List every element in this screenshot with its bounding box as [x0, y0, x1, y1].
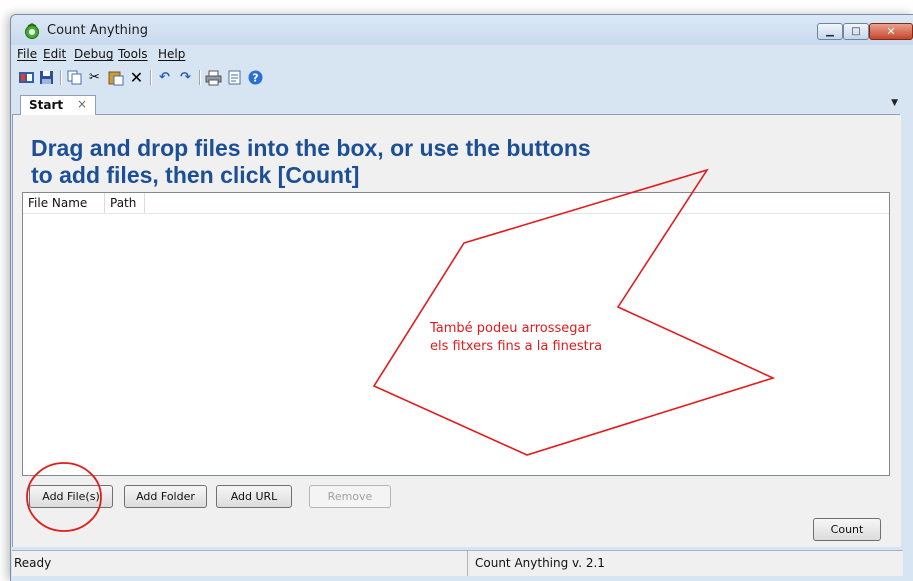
close-window-button[interactable]: ✕ — [869, 23, 913, 40]
toolbar-separator — [60, 70, 62, 85]
column-header-path[interactable]: Path — [105, 193, 145, 213]
list-header-row — [23, 193, 889, 214]
menu-file[interactable]: File — [17, 47, 37, 61]
print-icon[interactable] — [205, 69, 222, 86]
help-icon[interactable]: ? — [247, 69, 264, 86]
undo-icon[interactable]: ↶ — [156, 69, 173, 86]
toolbar-separator — [150, 70, 152, 85]
instructions-line-2: to add files, then click [Count] — [31, 162, 360, 188]
redo-icon[interactable]: ↷ — [177, 69, 194, 86]
tab-list-dropdown-icon[interactable]: ▼ — [891, 98, 898, 108]
window-title: Count Anything — [47, 23, 149, 38]
menu-debug[interactable]: Debug — [74, 47, 113, 61]
count-button[interactable]: Count — [813, 518, 881, 541]
annotation-text: També podeu arrossegar els fitxers fins … — [430, 320, 670, 356]
new-report-icon[interactable] — [18, 69, 35, 86]
annotation-line-1: També podeu arrossegar — [430, 321, 591, 336]
paste-icon[interactable] — [107, 69, 124, 86]
remove-button[interactable]: Remove — [309, 485, 391, 508]
instructions-heading: Drag and drop files into the box, or use… — [31, 135, 731, 189]
annotation-line-2: els fitxers fins a la finestra — [430, 339, 603, 354]
minimize-icon: ▁ — [826, 26, 834, 37]
minimize-button[interactable]: ▁ — [817, 23, 843, 40]
tab-start[interactable]: Start × — [20, 95, 96, 115]
maximize-icon: □ — [851, 26, 861, 37]
delete-icon[interactable]: ✕ — [128, 69, 145, 86]
toolbar: ✂ ✕ ↶ ↷ ? — [11, 65, 913, 91]
add-url-button[interactable]: Add URL — [216, 485, 292, 508]
tab-close-icon[interactable]: × — [77, 97, 87, 111]
add-folder-button[interactable]: Add Folder — [124, 485, 207, 508]
add-files-button[interactable]: Add File(s) — [29, 485, 113, 508]
menu-help[interactable]: Help — [158, 47, 185, 61]
properties-icon[interactable] — [226, 69, 243, 86]
instructions-line-1: Drag and drop files into the box, or use… — [31, 135, 591, 161]
status-text: Ready — [14, 556, 52, 570]
menu-tools[interactable]: Tools — [118, 47, 148, 61]
app-logo-icon — [25, 23, 39, 39]
svg-text:?: ? — [252, 72, 258, 85]
title-bar[interactable]: Count Anything ▁ □ ✕ — [11, 15, 913, 45]
save-icon[interactable] — [38, 69, 55, 86]
menu-bar: File Edit Debug Tools Help — [11, 45, 913, 65]
maximize-button[interactable]: □ — [843, 23, 869, 40]
menu-edit[interactable]: Edit — [43, 47, 66, 61]
cut-icon[interactable]: ✂ — [86, 69, 103, 86]
status-bar: Ready Count Anything v. 2.1 — [12, 550, 903, 576]
toolbar-separator — [199, 70, 201, 85]
version-text: Count Anything v. 2.1 — [475, 556, 605, 570]
document-tab-strip: Start × ▼ — [12, 94, 900, 115]
tab-start-label: Start — [29, 98, 64, 112]
copy-icon[interactable] — [66, 69, 83, 86]
column-header-file-name[interactable]: File Name — [23, 193, 105, 213]
close-icon: ✕ — [886, 25, 896, 38]
status-divider — [467, 551, 468, 576]
